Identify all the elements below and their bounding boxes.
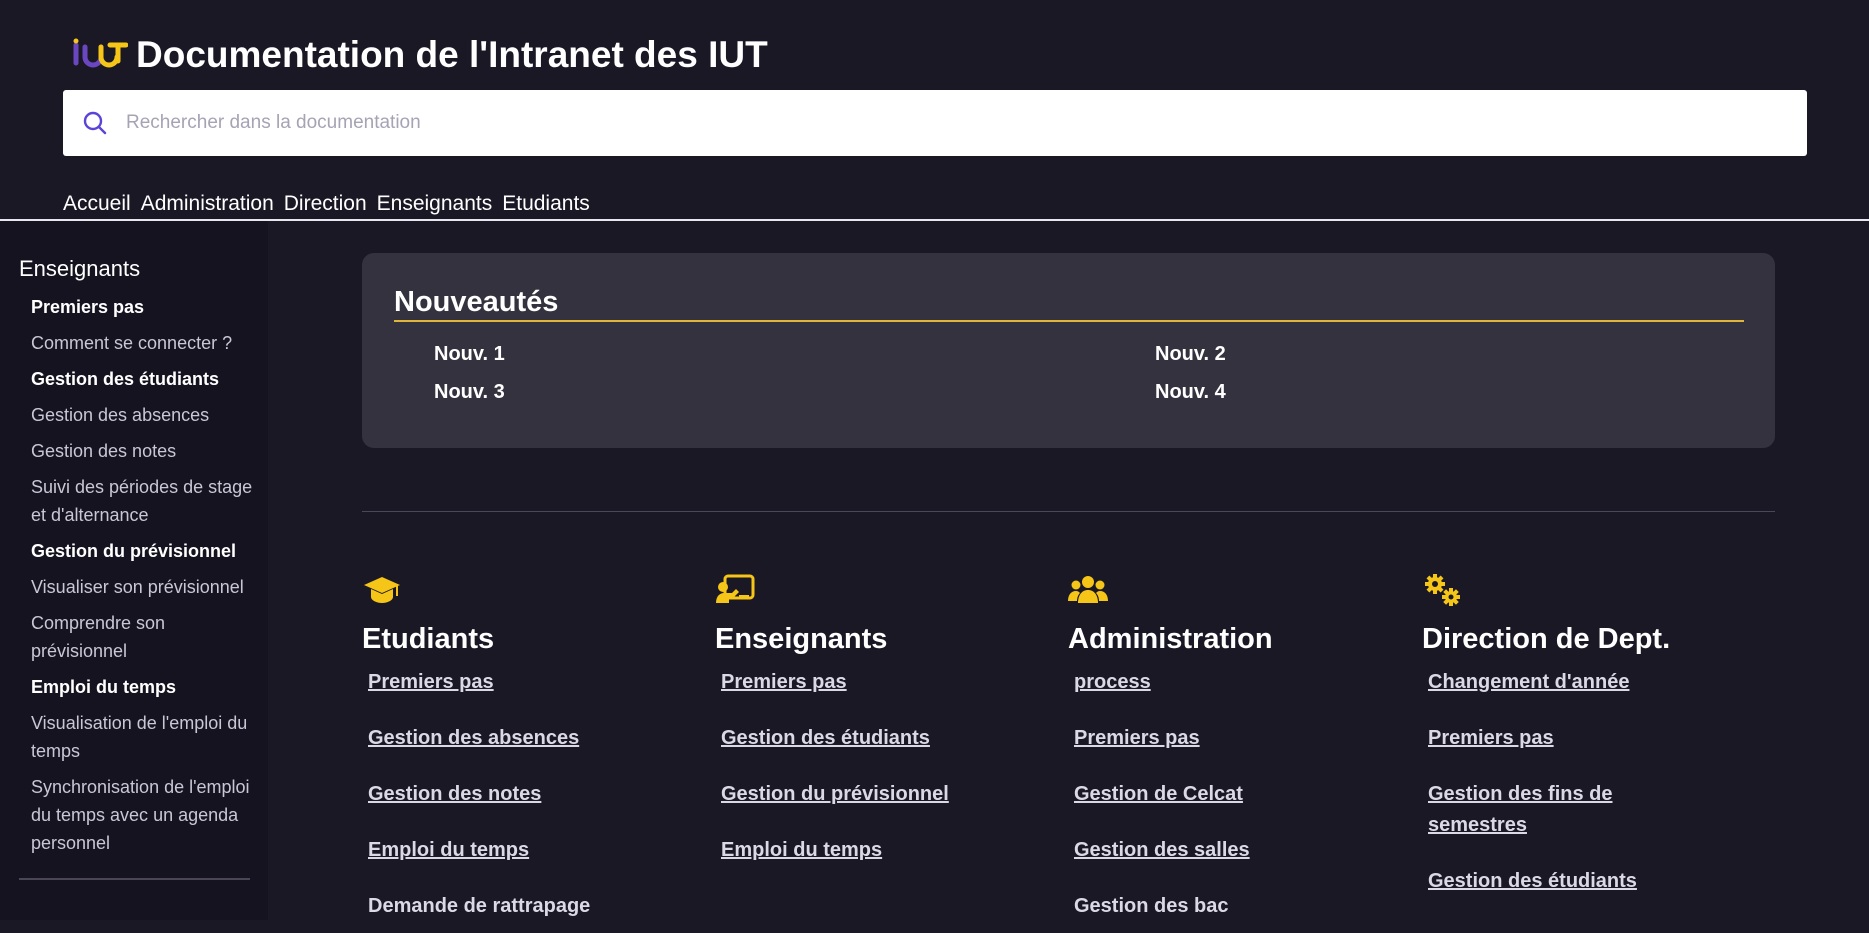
teacher-board-icon xyxy=(716,574,755,603)
column-enseignants: Enseignants Premiers pas Gestion des étu… xyxy=(715,573,1055,891)
column-links: Premiers pas Gestion des absences Gestio… xyxy=(362,667,702,922)
column-links: Premiers pas Gestion des étudiants Gesti… xyxy=(715,667,1055,866)
column-links: Changement d'année Premiers pas Gestion … xyxy=(1422,667,1762,897)
nav-direction[interactable]: Direction xyxy=(284,192,367,216)
nav-etudiants[interactable]: Etudiants xyxy=(502,192,590,216)
column-title: Direction de Dept. xyxy=(1422,623,1671,655)
news-item-3[interactable]: Nouv. 3 xyxy=(434,381,505,404)
search-input[interactable] xyxy=(126,112,1726,134)
link-gestion-celcat[interactable]: Gestion de Celcat xyxy=(1074,783,1243,805)
search-box[interactable] xyxy=(63,90,1807,156)
nav-administration[interactable]: Administration xyxy=(141,192,274,216)
link-gestion-absences[interactable]: Gestion des absences xyxy=(368,727,579,749)
sidebar-item-gestion-absences[interactable]: Gestion des absences xyxy=(31,405,209,425)
sidebar-item-comment-se-connecter[interactable]: Comment se connecter ? xyxy=(31,333,232,353)
sidebar-item-suivi-stage[interactable]: Suivi des périodes de stage et d'alterna… xyxy=(31,477,252,525)
sidebar: Enseignants Premiers pas Comment se conn… xyxy=(0,221,268,920)
sidebar-list: Premiers pas Comment se connecter ? Gest… xyxy=(31,293,256,865)
link-emploi-du-temps[interactable]: Emploi du temps xyxy=(721,839,882,861)
iut-logo xyxy=(73,38,128,68)
main-divider xyxy=(362,511,1775,512)
column-links: process Premiers pas Gestion de Celcat G… xyxy=(1068,667,1408,922)
link-process[interactable]: process xyxy=(1074,671,1151,693)
sidebar-section-emploi-du-temps: Emploi du temps xyxy=(31,677,177,697)
news-item-1[interactable]: Nouv. 1 xyxy=(434,343,505,366)
column-etudiants: Etudiants Premiers pas Gestion des absen… xyxy=(362,573,702,933)
header-divider xyxy=(0,219,1869,221)
brand[interactable]: Documentation de l'Intranet des IUT xyxy=(72,34,768,76)
news-item-2[interactable]: Nouv. 2 xyxy=(1155,343,1226,366)
sidebar-title: Enseignants xyxy=(19,256,141,281)
link-gestion-etudiants[interactable]: Gestion des étudiants xyxy=(1428,870,1637,892)
sidebar-item-visualisation-edt[interactable]: Visualisation de l'emploi du temps xyxy=(31,713,247,761)
search-icon xyxy=(83,111,107,135)
column-title: Administration xyxy=(1068,623,1273,655)
link-emploi-du-temps[interactable]: Emploi du temps xyxy=(368,839,529,861)
site-title[interactable]: Documentation de l'Intranet des IUT xyxy=(136,34,768,76)
column-administration: Administration process Premiers pas Gest… xyxy=(1068,573,1408,933)
news-underline xyxy=(394,320,1744,322)
news-title: Nouveautés xyxy=(394,286,559,318)
news-card: Nouveautés Nouv. 1 Nouv. 2 Nouv. 3 Nouv.… xyxy=(362,253,1775,448)
news-item-4[interactable]: Nouv. 4 xyxy=(1155,381,1226,404)
column-title: Etudiants xyxy=(362,623,495,655)
link-changement-annee[interactable]: Changement d'année xyxy=(1428,671,1629,693)
link-demande-rattrapage[interactable]: Demande de rattrapage xyxy=(368,895,590,917)
link-gestion-salles[interactable]: Gestion des salles xyxy=(1074,839,1250,861)
page-header: Documentation de l'Intranet des IUT Accu… xyxy=(0,0,1869,221)
column-direction: Direction de Dept. Changement d'année Pr… xyxy=(1422,573,1762,922)
link-premiers-pas[interactable]: Premiers pas xyxy=(721,671,847,693)
link-gestion-notes[interactable]: Gestion des notes xyxy=(368,783,541,805)
link-premiers-pas[interactable]: Premiers pas xyxy=(1428,727,1554,749)
sidebar-divider xyxy=(19,878,250,880)
sidebar-section-gestion-previsionnel: Gestion du prévisionnel xyxy=(31,541,237,561)
graduation-cap-icon xyxy=(364,577,400,603)
top-nav: Accueil Administration Direction Enseign… xyxy=(63,192,590,216)
link-premiers-pas[interactable]: Premiers pas xyxy=(368,671,494,693)
sidebar-item-gestion-notes[interactable]: Gestion des notes xyxy=(31,441,176,461)
nav-accueil[interactable]: Accueil xyxy=(63,192,131,216)
link-gestion-fins-semestres[interactable]: Gestion des fins de semestres xyxy=(1428,783,1612,836)
column-title: Enseignants xyxy=(715,623,888,655)
link-gestion-etudiants[interactable]: Gestion des étudiants xyxy=(721,727,930,749)
link-gestion-previsionnel[interactable]: Gestion du prévisionnel xyxy=(721,783,949,805)
users-group-icon xyxy=(1068,576,1108,603)
sidebar-section-gestion-etudiants: Gestion des étudiants xyxy=(31,369,220,389)
link-premiers-pas[interactable]: Premiers pas xyxy=(1074,727,1200,749)
sidebar-item-visualiser-previsionnel[interactable]: Visualiser son prévisionnel xyxy=(31,577,244,597)
sidebar-item-comprendre-previsionnel[interactable]: Comprendre son prévisionnel xyxy=(31,613,165,661)
link-gestion-bac[interactable]: Gestion des bac xyxy=(1074,895,1229,917)
sidebar-item-synchronisation-edt[interactable]: Synchronisation de l'emploi du temps ave… xyxy=(31,777,250,853)
nav-enseignants[interactable]: Enseignants xyxy=(377,192,493,216)
gears-icon xyxy=(1425,574,1460,606)
sidebar-section-premiers-pas: Premiers pas xyxy=(31,297,145,317)
